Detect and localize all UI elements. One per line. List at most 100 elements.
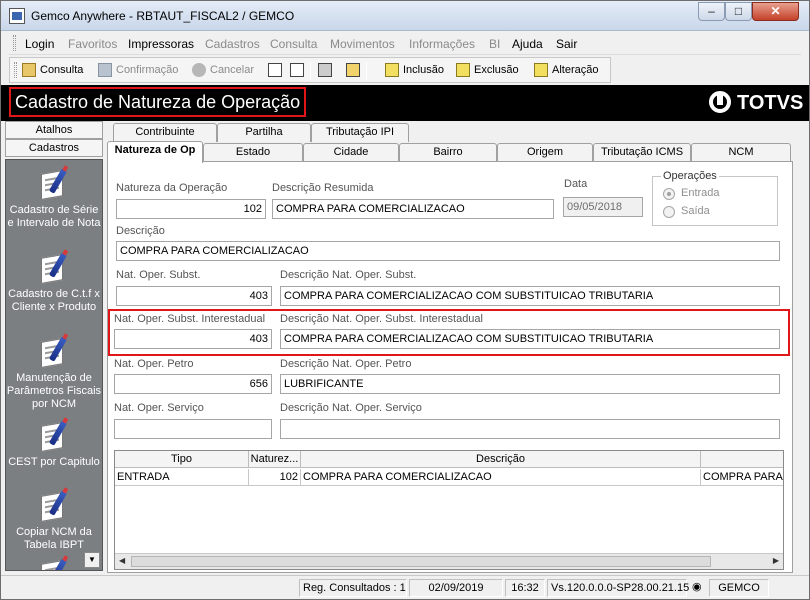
servico-field[interactable] [114,419,272,439]
tab-tributacao-icms[interactable]: Tributação ICMS [593,143,691,162]
petro-field[interactable]: 656 [114,374,272,394]
inclusao-button[interactable]: Inclusão [403,64,444,76]
printer-icon[interactable] [318,63,332,77]
status-registros: Reg. Consultados : 1 [299,579,407,597]
saida-radio-label: Saída [681,205,710,217]
toolbar-grip [14,62,17,78]
tab-natureza-op[interactable]: Natureza de Op [107,141,203,163]
subst-desc-field[interactable]: COMPRA PARA COMERCIALIZACAO COM SUBSTITU… [280,286,780,306]
title-bar[interactable]: Gemco Anywhere - RBTAUT_FISCAL2 / GEMCO … [1,1,809,31]
tab-origem[interactable]: Origem [497,143,593,162]
data-field[interactable]: 09/05/2018 [563,197,643,217]
menu-cadastros[interactable]: Cadastros [205,37,260,51]
entrada-radio[interactable] [663,188,675,200]
status-bar: Reg. Consultados : 1 02/09/2019 16:32 Vs… [1,575,809,599]
natureza-label: Natureza da Operação [116,182,228,194]
table-cell-tipo[interactable]: ENTRADA [115,469,249,486]
sidebar-item-parametros-ncm[interactable]: Manutenção de Parâmetros Fiscais por NCM [6,334,102,411]
petro-desc-field[interactable]: LUBRIFICANTE [280,374,780,394]
scroll-left-icon[interactable]: ◀ [119,556,125,565]
inclusao-icon [385,63,399,77]
sidebar-item-label: Copiar NCM da Tabela IBPT [16,526,92,551]
window-title: Gemco Anywhere - RBTAUT_FISCAL2 / GEMCO [31,9,295,23]
saida-radio[interactable] [663,206,675,218]
menu-sair[interactable]: Sair [556,37,577,51]
new-document-icon[interactable] [268,63,282,77]
grid-horizontal-scrollbar[interactable]: ◀ ▶ [115,553,783,569]
servico-label: Nat. Oper. Serviço [114,402,204,414]
cancel-icon [192,63,206,77]
sidebar-item-cest-capitulo[interactable]: CEST por Capitulo [6,418,102,469]
tab-estado[interactable]: Estado [203,143,303,162]
descricao-resumida-field[interactable]: COMPRA PARA COMERCIALIZACAO [272,199,554,219]
menu-ajuda[interactable]: Ajuda [512,37,543,51]
app-window: Gemco Anywhere - RBTAUT_FISCAL2 / GEMCO … [0,0,810,600]
sidebar-item-label: Manutenção de Parâmetros Fiscais por NCM [6,372,102,410]
table-cell-extra[interactable]: COMPRA PARA [701,469,783,486]
export-icon[interactable] [290,63,304,77]
table-cell-natureza[interactable]: 102 [249,469,301,486]
subst-inter-field[interactable]: 403 [114,329,272,349]
document-pen-icon [37,488,71,522]
document-pen-icon [37,334,71,368]
scroll-thumb[interactable] [131,556,711,567]
natureza-field[interactable]: 102 [116,199,266,219]
petro-desc-label: Descrição Nat. Oper. Petro [280,358,412,370]
subst-field[interactable]: 403 [116,286,272,306]
sidebar-tab-atalhos[interactable]: Atalhos [5,121,103,139]
tab-cidade[interactable]: Cidade [303,143,399,162]
table-cell-descricao[interactable]: COMPRA PARA COMERCIALIZACAO [301,469,701,486]
servico-desc-field[interactable] [280,419,780,439]
sidebar-tab-cadastros[interactable]: Cadastros [5,139,103,157]
grid-header-natureza[interactable]: Naturez... [249,451,301,468]
tab-tributacao-ipi[interactable]: Tributação IPI [311,123,409,142]
servico-desc-label: Descrição Nat. Oper. Serviço [280,402,422,414]
results-grid: Tipo Naturez... Descrição ENTRADA 102 CO… [114,450,784,570]
grid-header-descricao[interactable]: Descrição [301,451,701,468]
status-company: GEMCO [709,579,769,597]
grid-header-tipo[interactable]: Tipo [115,451,249,468]
subst-inter-desc-field[interactable]: COMPRA PARA COMERCIALIZACAO COM SUBSTITU… [280,329,780,349]
petro-label: Nat. Oper. Petro [114,358,194,370]
sidebar-item-serie-intervalo[interactable]: Cadastro de Série e Intervalo de Nota [6,166,102,230]
sidebar: Atalhos Cadastros Cadastro de Série e In… [5,121,105,573]
tab-contribuinte[interactable]: Contribuinte [113,123,217,142]
exclusao-button[interactable]: Exclusão [474,64,519,76]
descricao-field[interactable]: COMPRA PARA COMERCIALIZACAO [116,241,780,261]
consulta-button[interactable]: Consulta [40,64,83,76]
menu-favoritos[interactable]: Favoritos [68,37,117,51]
cancelar-button[interactable]: Cancelar [210,64,254,76]
toolbar: Consulta Confirmação Cancelar Inclusão E… [9,57,611,83]
sidebar-panel: Cadastro de Série e Intervalo de Nota Ca… [5,159,103,571]
maximize-button[interactable]: □ [725,2,752,21]
menu-informacoes[interactable]: Informações [409,37,475,51]
sidebar-item-copiar-ncm[interactable]: Copiar NCM da Tabela IBPT [6,488,102,552]
document-pen-icon [37,250,71,284]
menu-bar: Login Favoritos Impressoras Cadastros Co… [9,32,801,55]
sidebar-item-ctf-cliente[interactable]: Cadastro de C.t.f x Cliente x Produto [6,250,102,314]
menu-consulta[interactable]: Consulta [270,37,317,51]
alteracao-button[interactable]: Alteração [552,64,598,76]
scroll-right-icon[interactable]: ▶ [773,556,779,565]
menu-login[interactable]: Login [25,37,54,51]
confirmacao-button[interactable]: Confirmação [116,64,178,76]
subst-label: Nat. Oper. Subst. [116,269,201,281]
minimize-button[interactable]: – [698,2,725,21]
page-title: Cadastro de Natureza de Operação [9,87,307,117]
page-header: Cadastro de Natureza de Operação TOTVS [1,85,809,121]
close-button[interactable]: ✕ [752,2,799,21]
status-version: Vs.120.0.0.0-SP28.00.21.15 [547,579,689,597]
help-icon[interactable] [346,63,360,77]
main-area: Contribuinte Partilha Tributação IPI Nat… [105,121,797,573]
save-icon [98,63,112,77]
menu-movimentos[interactable]: Movimentos [330,37,395,51]
tab-ncm[interactable]: NCM [691,143,791,162]
menu-bi[interactable]: BI [489,37,500,51]
grid-header-extra[interactable] [701,451,783,468]
toolbar-separator [366,62,367,80]
tab-bairro[interactable]: Bairro [399,143,497,162]
menu-impressoras[interactable]: Impressoras [128,37,194,51]
sidebar-scroll-down-button[interactable]: ▼ [84,552,100,568]
consulta-icon [22,63,36,77]
tab-partilha[interactable]: Partilha [217,123,311,142]
